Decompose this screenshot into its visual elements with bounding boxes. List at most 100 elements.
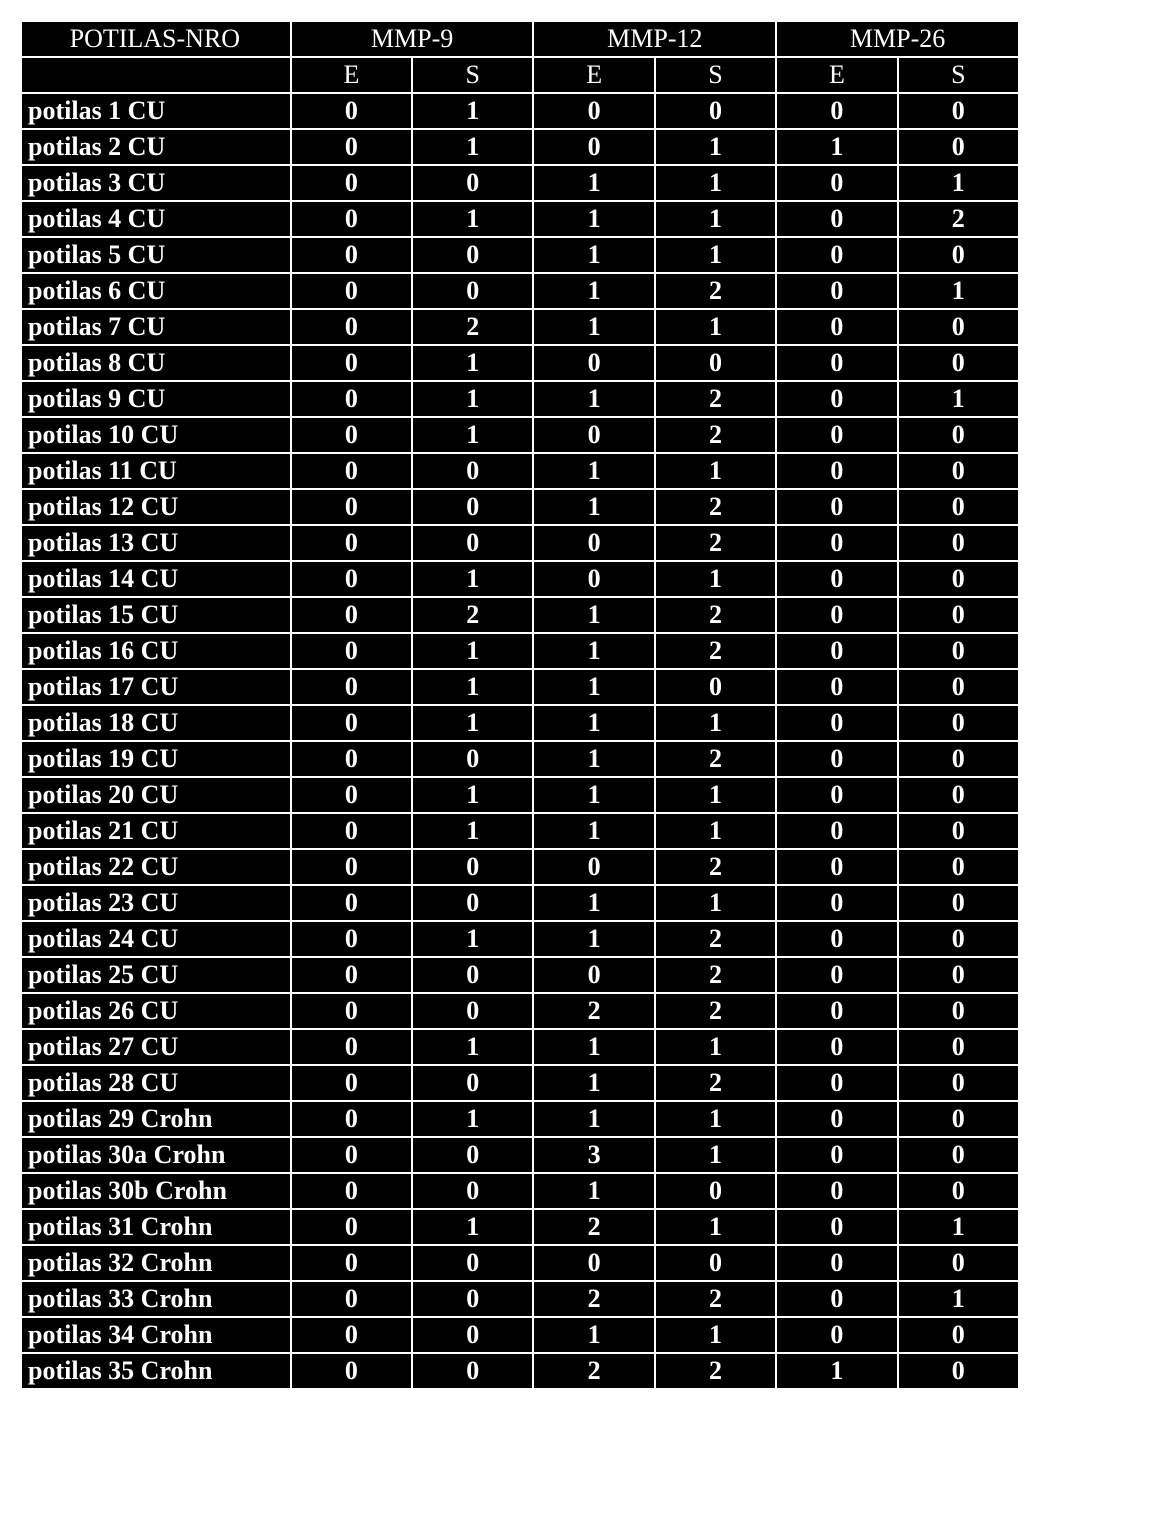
data-cell: 1 [655,885,776,921]
data-cell: 1 [533,885,654,921]
data-cell: 2 [655,1065,776,1101]
data-cell: 0 [533,849,654,885]
col-header-mmp9: MMP-9 [291,21,534,57]
data-cell: 0 [898,993,1019,1029]
data-cell: 1 [533,237,654,273]
table-row: potilas 35 Crohn002210 [21,1353,1019,1389]
data-cell: 0 [898,1029,1019,1065]
data-cell: 0 [533,957,654,993]
table-row: potilas 20 CU011100 [21,777,1019,813]
data-cell: 0 [655,669,776,705]
col-header-mmp26-e: E [776,57,897,93]
data-cell: 0 [776,705,897,741]
data-cell: 0 [776,417,897,453]
data-cell: 0 [412,993,533,1029]
data-cell: 0 [776,921,897,957]
data-cell: 0 [291,309,412,345]
data-cell: 1 [533,1101,654,1137]
data-cell: 0 [533,561,654,597]
data-cell: 1 [533,813,654,849]
data-cell: 0 [412,1245,533,1281]
table-row: potilas 11 CU001100 [21,453,1019,489]
data-cell: 0 [776,381,897,417]
data-cell: 2 [533,1281,654,1317]
data-cell: 1 [655,813,776,849]
data-cell: 0 [291,1137,412,1173]
data-cell: 2 [655,489,776,525]
data-cell: 0 [291,1245,412,1281]
data-cell: 3 [533,1137,654,1173]
data-cell: 2 [655,525,776,561]
row-label: potilas 18 CU [21,705,291,741]
data-cell: 2 [655,597,776,633]
row-label: potilas 9 CU [21,381,291,417]
data-cell: 1 [412,381,533,417]
data-cell: 1 [533,705,654,741]
row-label: potilas 14 CU [21,561,291,597]
data-cell: 0 [655,93,776,129]
col-header-mmp12-s: S [655,57,776,93]
data-cell: 1 [533,201,654,237]
data-cell: 0 [898,957,1019,993]
data-cell: 0 [776,345,897,381]
data-cell: 1 [533,1173,654,1209]
data-cell: 2 [655,381,776,417]
data-cell: 1 [533,777,654,813]
data-cell: 0 [412,741,533,777]
table-row: potilas 6 CU001201 [21,273,1019,309]
row-label: potilas 3 CU [21,165,291,201]
data-cell: 1 [412,417,533,453]
data-cell: 0 [776,885,897,921]
data-cell: 0 [776,957,897,993]
data-cell: 0 [291,201,412,237]
table-row: potilas 23 CU001100 [21,885,1019,921]
data-cell: 0 [412,849,533,885]
row-label: potilas 30a Crohn [21,1137,291,1173]
data-cell: 0 [898,1317,1019,1353]
data-cell: 0 [533,129,654,165]
data-cell: 0 [291,849,412,885]
col-header-mmp9-e: E [291,57,412,93]
data-cell: 0 [533,525,654,561]
data-cell: 0 [291,129,412,165]
table-row: potilas 21 CU011100 [21,813,1019,849]
data-cell: 0 [412,237,533,273]
data-cell: 1 [412,777,533,813]
col-header-mmp12: MMP-12 [533,21,776,57]
data-cell: 0 [898,93,1019,129]
data-cell: 2 [655,633,776,669]
row-label: potilas 17 CU [21,669,291,705]
data-cell: 1 [533,1029,654,1065]
table-row: potilas 19 CU001200 [21,741,1019,777]
data-cell: 0 [898,777,1019,813]
data-cell: 0 [412,1137,533,1173]
data-cell: 0 [412,453,533,489]
table-row: potilas 8 CU010000 [21,345,1019,381]
table-row: potilas 2 CU010110 [21,129,1019,165]
data-cell: 0 [898,561,1019,597]
data-cell: 1 [533,1065,654,1101]
data-cell: 0 [412,1353,533,1389]
col-header-mmp26-s: S [898,57,1019,93]
table-row: potilas 33 Crohn002201 [21,1281,1019,1317]
data-cell: 1 [655,129,776,165]
row-label: potilas 29 Crohn [21,1101,291,1137]
data-cell: 0 [776,201,897,237]
data-cell: 0 [412,1173,533,1209]
data-cell: 0 [776,237,897,273]
data-cell: 1 [533,381,654,417]
data-cell: 1 [655,201,776,237]
table-row: potilas 34 Crohn001100 [21,1317,1019,1353]
table-row: potilas 24 CU011200 [21,921,1019,957]
data-cell: 0 [898,1101,1019,1137]
data-cell: 1 [533,669,654,705]
data-cell: 1 [655,165,776,201]
data-cell: 0 [291,1173,412,1209]
data-cell: 2 [655,1353,776,1389]
data-cell: 0 [412,273,533,309]
data-cell: 0 [898,885,1019,921]
table-body: potilas 1 CU010000potilas 2 CU010110poti… [21,93,1019,1389]
data-cell: 0 [291,525,412,561]
data-cell: 0 [412,489,533,525]
data-cell: 0 [898,633,1019,669]
